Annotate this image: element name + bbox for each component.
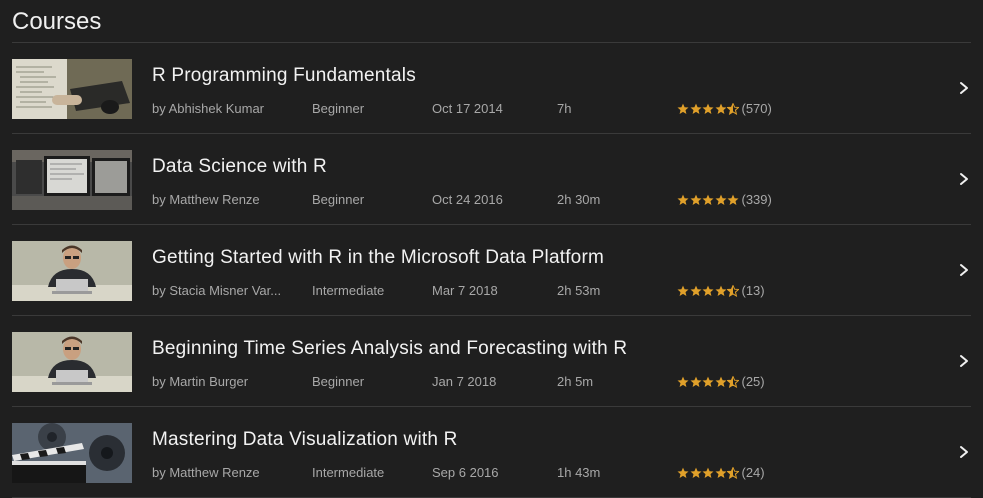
star-full-icon (677, 376, 689, 387)
course-level: Beginner (312, 374, 365, 389)
chevron-right-icon (960, 82, 968, 94)
course-thumbnail[interactable] (12, 241, 132, 301)
rating-stars (677, 284, 740, 297)
course-author: by Matthew Renze (152, 192, 260, 207)
course-row[interactable]: R Programming Fundamentals by Abhishek Ku… (12, 43, 971, 134)
course-thumbnail[interactable] (12, 332, 132, 392)
chevron-right-icon (960, 173, 968, 185)
star-full-icon (690, 376, 701, 387)
rating-count: (570) (741, 101, 772, 116)
course-thumbnail[interactable] (12, 423, 132, 483)
course-date: Mar 7 2018 (432, 283, 498, 298)
rating-stars (677, 102, 740, 115)
course-level: Intermediate (312, 283, 385, 298)
course-date: Oct 24 2016 (432, 192, 503, 207)
course-duration: 1h 43m (557, 465, 601, 480)
star-full-icon (715, 194, 726, 205)
course-level: Beginner (312, 101, 365, 116)
course-date: Sep 6 2016 (432, 465, 499, 480)
course-duration: 2h 5m (557, 374, 594, 389)
courses-page: Courses R Programming Fundamentals by Abh… (0, 0, 983, 498)
star-full-icon (715, 376, 726, 387)
star-full-icon (702, 103, 714, 114)
star-full-icon (702, 194, 714, 205)
course-rating: (25) (677, 374, 765, 389)
rating-stars (677, 375, 740, 388)
course-thumbnail[interactable] (12, 59, 132, 119)
course-thumbnail[interactable] (12, 150, 132, 210)
course-title[interactable]: R Programming Fundamentals (152, 65, 416, 87)
chevron-right-icon (960, 355, 968, 367)
star-full-icon (715, 285, 726, 296)
course-author: by Martin Burger (152, 374, 249, 389)
star-full-icon (727, 194, 739, 205)
star-full-icon (690, 285, 701, 296)
course-author: by Stacia Misner Var... (152, 283, 282, 298)
rating-count: (339) (741, 192, 772, 207)
rating-count: (25) (741, 374, 765, 389)
course-date: Oct 17 2014 (432, 101, 503, 116)
course-date: Jan 7 2018 (432, 374, 497, 389)
course-rating: (13) (677, 283, 765, 298)
rating-count: (24) (741, 465, 765, 480)
section-title: Courses (12, 0, 971, 43)
rating-stars (677, 466, 740, 479)
course-row[interactable]: Mastering Data Visualization with R by Ma… (12, 407, 971, 498)
course-author: by Matthew Renze (152, 465, 260, 480)
rating-count: (13) (741, 283, 765, 298)
course-rating: (339) (677, 192, 772, 207)
course-list: R Programming Fundamentals by Abhishek Ku… (12, 43, 971, 498)
course-duration: 2h 30m (557, 192, 601, 207)
star-full-icon (690, 467, 701, 478)
rating-stars (677, 194, 740, 206)
star-half-icon (727, 375, 739, 388)
star-full-icon (677, 103, 689, 114)
star-full-icon (677, 194, 689, 205)
course-title[interactable]: Beginning Time Series Analysis and Forec… (152, 338, 627, 360)
course-duration: 7h (557, 101, 572, 116)
course-author: by Abhishek Kumar (152, 101, 265, 116)
course-rating: (24) (677, 465, 765, 480)
star-half-icon (727, 466, 739, 479)
star-half-icon (727, 102, 739, 115)
star-full-icon (690, 194, 701, 205)
course-level: Intermediate (312, 465, 385, 480)
course-title[interactable]: Mastering Data Visualization with R (152, 429, 458, 451)
course-row[interactable]: Getting Started with R in the Microsoft … (12, 225, 971, 316)
star-full-icon (702, 376, 714, 387)
star-full-icon (715, 467, 726, 478)
star-full-icon (677, 285, 689, 296)
course-title[interactable]: Data Science with R (152, 156, 327, 178)
star-full-icon (690, 103, 701, 114)
star-full-icon (702, 467, 714, 478)
course-title[interactable]: Getting Started with R in the Microsoft … (152, 247, 604, 269)
star-full-icon (677, 467, 689, 478)
course-rating: (570) (677, 101, 772, 116)
star-full-icon (702, 285, 714, 296)
course-row[interactable]: Data Science with R by Matthew Renze Begin… (12, 134, 971, 225)
star-half-icon (727, 284, 739, 297)
star-full-icon (715, 103, 726, 114)
course-row[interactable]: Beginning Time Series Analysis and Forec… (12, 316, 971, 407)
chevron-right-icon (960, 264, 968, 276)
course-level: Beginner (312, 192, 365, 207)
chevron-right-icon (960, 446, 968, 458)
course-duration: 2h 53m (557, 283, 601, 298)
